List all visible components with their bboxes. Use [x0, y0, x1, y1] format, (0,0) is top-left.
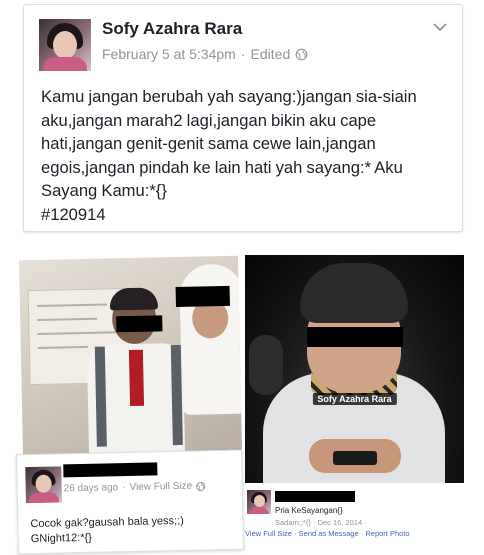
censor-bar: [63, 462, 158, 478]
chevron-down-icon[interactable]: [432, 21, 448, 33]
comment-meta: Sadam;;*{} · Dec 16, 2014 ·: [275, 518, 367, 527]
comment-meta: 26 days ago · View Full Size: [64, 480, 207, 494]
comment-line-1: Cocok gak?gausah bala yess;;): [30, 514, 185, 531]
avatar-shirt: [43, 57, 87, 71]
globe-icon[interactable]: [295, 48, 308, 61]
post-body: Kamu jangan berubah yah sayang:)jangan s…: [41, 87, 417, 200]
red-tie: [128, 349, 145, 407]
comment-right: Pria KeSayangan{} Sadam;;*{} · Dec 16, 2…: [245, 488, 464, 540]
board-writing: [37, 317, 98, 321]
link-separator: ·: [291, 529, 299, 538]
avatar-face: [254, 495, 265, 507]
comment-text: Cocok gak?gausah bala yess;;) GNight12:*…: [30, 513, 237, 547]
send-as-message-link[interactable]: Send as Message: [299, 529, 359, 538]
report-photo-link[interactable]: Report Photo: [365, 529, 409, 538]
view-full-size-link[interactable]: View Full Size: [245, 529, 292, 538]
boy-hair: [109, 287, 159, 311]
post-text: Kamu jangan berubah yah sayang:)jangan s…: [41, 85, 453, 226]
censor-bar: [175, 285, 230, 308]
background-person: [249, 335, 283, 395]
backpack-strap: [170, 344, 183, 446]
avatar-face: [35, 474, 52, 493]
photo-actions: View Full Size · Send as Message · Repor…: [245, 529, 410, 538]
comment-time[interactable]: 26 days ago: [64, 482, 119, 494]
comment-left: 26 days ago · View Full Size Cocok gak?g…: [15, 449, 245, 555]
post-card: Sofy Azahra Rara February 5 at 5:34pm · …: [23, 4, 463, 232]
photo-right[interactable]: Sofy Azahra Rara: [245, 255, 464, 483]
board-writing: [36, 303, 107, 307]
censor-bar: [307, 327, 403, 347]
post-timestamp[interactable]: February 5 at 5:34pm: [102, 46, 236, 62]
meta-separator: ·: [240, 46, 246, 62]
post-meta: February 5 at 5:34pm · Edited: [102, 46, 308, 62]
censor-bar: [275, 491, 355, 502]
phone: [333, 451, 377, 465]
commenter-name[interactable]: Pria KeSayangan{}: [275, 506, 343, 515]
comment-line-2: GNight12:*{}: [30, 531, 93, 546]
meta-separator: ·: [122, 482, 126, 494]
globe-icon[interactable]: [196, 481, 206, 491]
photo-watermark: Sofy Azahra Rara: [312, 393, 397, 405]
author-name[interactable]: Sofy Azahra Rara: [102, 19, 242, 39]
censor-bar: [116, 315, 163, 333]
post-hashtag[interactable]: #120914: [41, 205, 106, 224]
author-avatar[interactable]: [39, 19, 91, 71]
commenter-avatar[interactable]: [247, 490, 271, 514]
view-full-size-link[interactable]: View Full Size: [129, 481, 192, 493]
commenter-avatar[interactable]: [25, 466, 62, 504]
avatar-shirt: [249, 507, 269, 514]
avatar-face: [53, 31, 77, 59]
avatar-shirt: [28, 492, 60, 504]
boy-hair: [300, 263, 408, 323]
photo-left[interactable]: [18, 255, 243, 457]
backpack-strap: [94, 346, 107, 447]
board-writing: [37, 345, 88, 349]
board-writing: [37, 331, 118, 335]
edited-label[interactable]: Edited: [251, 46, 291, 62]
